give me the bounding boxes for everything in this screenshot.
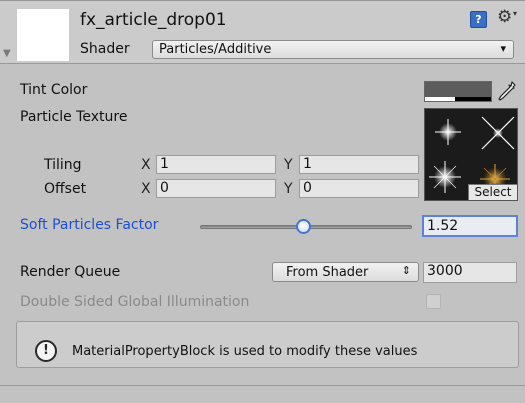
shader-label: Shader <box>80 41 130 57</box>
help-box-message: MaterialPropertyBlock is used to modify … <box>72 344 418 359</box>
bottom-divider <box>0 385 525 386</box>
top-divider <box>0 0 525 1</box>
tiling-y-field[interactable]: 1 <box>299 155 419 174</box>
material-title: fx_article_drop01 <box>80 10 227 30</box>
material-preview-thumbnail[interactable] <box>17 9 69 61</box>
offset-label: Offset <box>44 181 87 197</box>
tint-alpha-fill <box>425 97 455 101</box>
soft-particles-slider-thumb[interactable] <box>296 219 312 234</box>
particle-texture-slot[interactable]: Select <box>424 108 518 201</box>
render-queue-mode: From Shader <box>286 264 369 280</box>
info-icon: ! <box>35 340 57 362</box>
soft-particles-label: Soft Particles Factor <box>20 217 159 233</box>
gear-icon[interactable]: ⚙ <box>497 7 512 27</box>
shader-dropdown[interactable]: Particles/Additive ▾ <box>152 40 514 59</box>
tint-color-swatch[interactable] <box>424 81 492 102</box>
texture-select-button[interactable]: Select <box>468 184 517 200</box>
render-queue-value-field[interactable]: 3000 <box>423 262 517 283</box>
tiling-y-label: Y <box>284 157 293 173</box>
double-sided-gi-checkbox[interactable] <box>426 294 441 309</box>
shader-value: Particles/Additive <box>159 42 272 57</box>
tiling-x-field[interactable]: 1 <box>156 155 276 174</box>
soft-particles-field[interactable]: 1.52 <box>422 215 518 237</box>
updown-arrow-icon: ⇕ <box>401 264 411 277</box>
offset-x-field[interactable]: 0 <box>156 179 276 198</box>
foldout-arrow-icon[interactable]: ▼ <box>3 48 11 59</box>
offset-y-field[interactable]: 0 <box>299 179 419 198</box>
tiling-x-label: X <box>141 157 151 173</box>
chevron-down-icon: ▾ <box>500 42 506 55</box>
offset-x-label: X <box>141 181 151 197</box>
double-sided-gi-label: Double Sided Global Illumination <box>20 294 250 310</box>
eyedropper-icon[interactable] <box>497 80 517 102</box>
tint-color-label: Tint Color <box>20 82 88 98</box>
offset-y-label: Y <box>284 181 293 197</box>
render-queue-dropdown[interactable]: From Shader ⇕ <box>272 262 419 282</box>
settings-caret-icon: ▾ <box>513 9 518 18</box>
tiling-label: Tiling <box>44 157 82 173</box>
particle-texture-label: Particle Texture <box>20 109 128 125</box>
tint-alpha-bar <box>425 97 491 101</box>
render-queue-label: Render Queue <box>20 264 121 280</box>
help-book-icon[interactable]: ? <box>470 11 487 28</box>
